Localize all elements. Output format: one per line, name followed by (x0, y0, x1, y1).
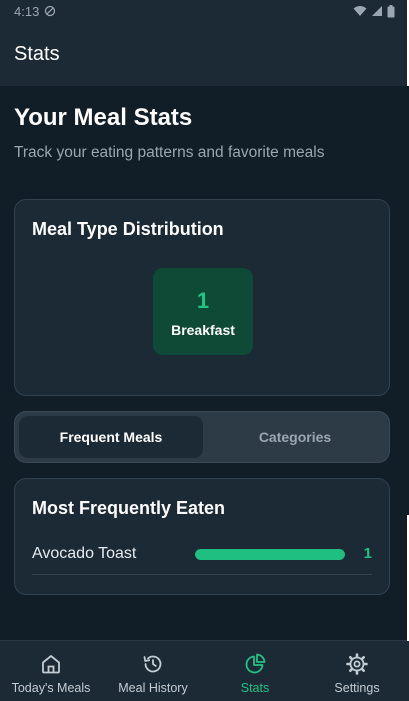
frequent-title: Most Frequently Eaten (32, 498, 226, 518)
nav-meal-history[interactable]: Meal History (102, 641, 204, 701)
page-subtitle: Track your eating patterns and favorite … (14, 144, 325, 161)
nav-stats[interactable]: Stats (204, 641, 306, 701)
frequent-meal-row[interactable]: Avocado Toast 1 (32, 544, 372, 575)
signal-icon (372, 6, 382, 16)
nav-todays-meals[interactable]: Today's Meals (0, 641, 102, 701)
history-icon (143, 655, 162, 673)
meal-name: Avocado Toast (32, 545, 137, 562)
status-left: 4:13 (14, 4, 56, 19)
status-bar: 4:13 (0, 0, 409, 22)
battery-icon (387, 4, 395, 17)
meal-type-tile-breakfast: 1 Breakfast (153, 268, 253, 355)
tab-frequent-meals[interactable]: Frequent Meals (19, 416, 203, 458)
meal-type-count: 1 (196, 288, 210, 313)
meal-count: 1 (363, 545, 372, 562)
app-bar-title: Stats (14, 42, 60, 65)
dnd-icon (45, 5, 56, 17)
nav-label-stats: Stats (240, 681, 270, 695)
nav-label-settings: Settings (334, 681, 380, 695)
tab-categories[interactable]: Categories (205, 416, 385, 458)
nav-label-todays-meals: Today's Meals (11, 681, 91, 695)
pie-chart-icon (245, 653, 266, 674)
bottom-nav: Today's Meals Meal History Stats Setting… (0, 640, 409, 701)
meal-frequency-bar (195, 549, 345, 560)
status-right (353, 4, 395, 18)
meal-type-distribution-card: Meal Type Distribution 1 Breakfast (14, 199, 390, 396)
meal-type-label: Breakfast (171, 322, 235, 338)
nav-label-meal-history: Meal History (118, 681, 188, 695)
page-title: Your Meal Stats (14, 104, 193, 131)
nav-settings[interactable]: Settings (306, 641, 408, 701)
distribution-title: Meal Type Distribution (32, 219, 224, 239)
gear-icon (346, 653, 368, 675)
stats-content[interactable]: Your Meal Stats Track your eating patter… (0, 86, 409, 640)
home-icon (42, 655, 60, 674)
stats-tabs: Frequent Meals Categories (14, 411, 390, 463)
status-time: 4:13 (14, 3, 40, 19)
meal-frequency-bar-fill (195, 549, 345, 560)
app-bar: Stats (0, 22, 409, 86)
most-frequent-card: Most Frequently Eaten Avocado Toast 1 (14, 478, 390, 595)
wifi-icon (353, 6, 367, 16)
